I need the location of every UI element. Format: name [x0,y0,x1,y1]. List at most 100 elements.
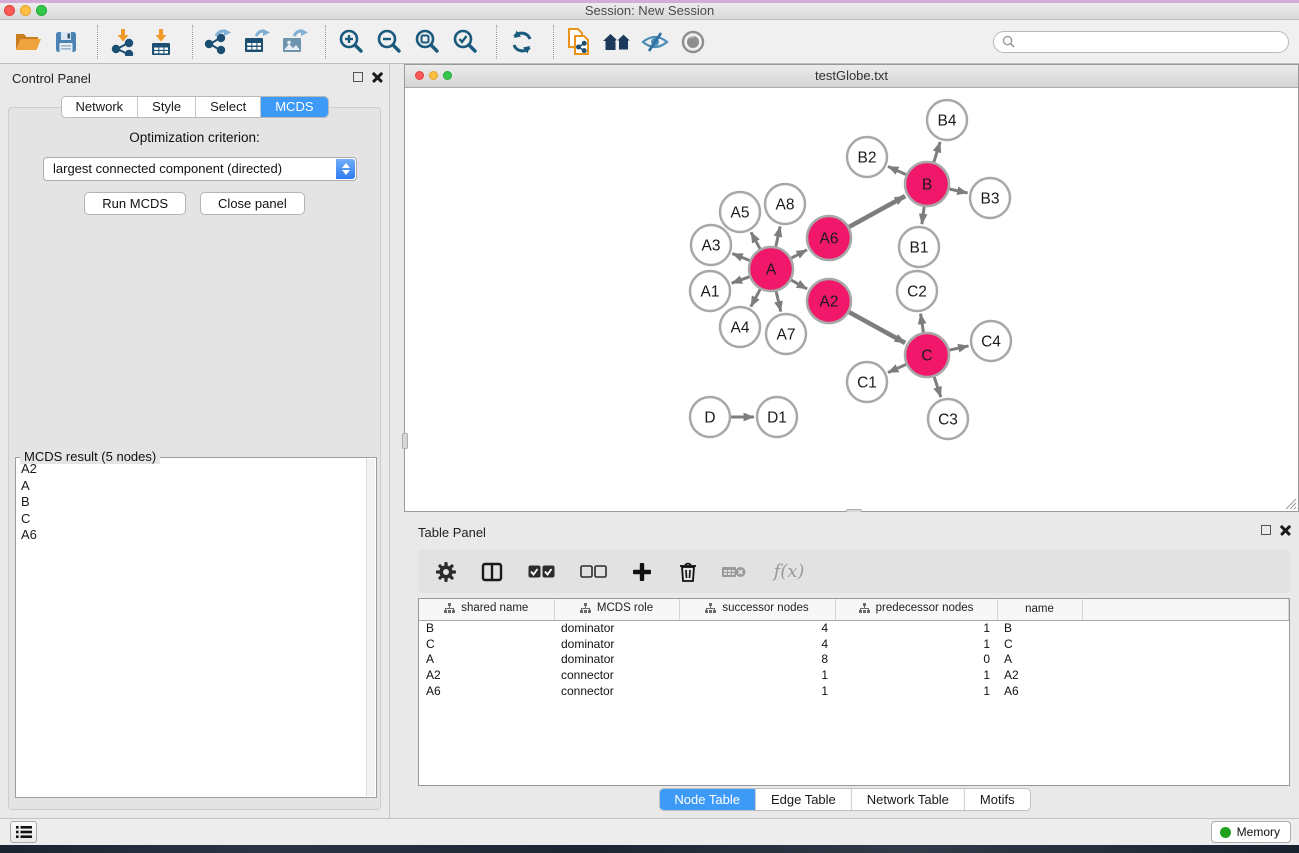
table-cell[interactable]: C [419,636,554,652]
close-window-button[interactable] [4,5,15,16]
delete-column-button[interactable] [676,560,700,584]
search-input[interactable] [1020,34,1280,50]
save-session-button[interactable] [50,26,82,58]
graph-node-D[interactable]: D [690,397,730,437]
float-table-panel-icon[interactable] [1261,525,1271,535]
result-item-a2[interactable]: A2 [17,461,364,478]
create-column-button[interactable] [630,560,654,584]
table-cell[interactable]: 8 [679,651,835,667]
memory-button[interactable]: Memory [1211,821,1291,843]
table-cell[interactable]: 1 [835,620,997,636]
graph-edge-B-B4[interactable] [934,142,940,162]
graph-node-C4[interactable]: C4 [971,321,1011,361]
zoom-in-button[interactable] [335,26,367,58]
show-graphics-button[interactable] [677,26,709,58]
graph-node-B[interactable]: B [905,162,949,206]
table-cell[interactable] [1082,620,1289,636]
network-graph[interactable]: B4B2BB3A8A5A6A3B1AA1C2A2A4A7C4CC1DD1C3 [405,88,1298,511]
graph-node-B4[interactable]: B4 [927,100,967,140]
graph-node-C2[interactable]: C2 [897,271,937,311]
task-history-button[interactable] [10,821,37,843]
table-cell[interactable]: B [419,620,554,636]
graph-node-B1[interactable]: B1 [899,227,939,267]
table-cell[interactable]: 1 [679,683,835,699]
column-header-shared-name[interactable]: shared name [419,599,554,620]
graph-node-C[interactable]: C [905,333,949,377]
graph-edge-A6-B[interactable] [849,196,905,227]
graph-edge-B-B1[interactable] [922,207,924,224]
column-header-predecessor-nodes[interactable]: predecessor nodes [835,599,997,620]
tab-network[interactable]: Network [61,97,138,117]
table-cell[interactable]: dominator [554,651,679,667]
table-row[interactable]: Adominator80A [419,651,1289,667]
mcds-result-list[interactable]: A2ABCA6 [17,461,364,796]
graph-node-A7[interactable]: A7 [766,314,806,354]
table-cell[interactable] [1082,636,1289,652]
close-panel-button[interactable]: Close panel [200,192,305,215]
result-scrollbar[interactable] [366,459,375,796]
graph-edge-B-B2[interactable] [888,166,906,174]
run-mcds-button[interactable]: Run MCDS [84,192,186,215]
table-cell[interactable]: A [997,651,1082,667]
graph-edge-C-C2[interactable] [921,314,924,333]
graph-node-A5[interactable]: A5 [720,192,760,232]
tab-edge-table[interactable]: Edge Table [756,789,852,810]
table-row[interactable]: Bdominator41B [419,620,1289,636]
network-window-titlebar[interactable]: testGlobe.txt [405,65,1298,88]
maximize-window-button[interactable] [36,5,47,16]
column-header-name[interactable]: name [997,599,1082,620]
import-network-button[interactable] [107,26,139,58]
table-cell[interactable]: 1 [835,683,997,699]
graph-node-A2[interactable]: A2 [807,279,851,323]
tab-select[interactable]: Select [196,97,261,117]
unselect-all-button[interactable] [578,560,608,584]
table-cell[interactable]: A [419,651,554,667]
graph-edge-A-A3[interactable] [732,254,749,261]
refresh-layout-button[interactable] [506,26,538,58]
optimization-criterion-select[interactable]: largest connected component (directed) [43,157,357,181]
graph-edge-A-A8[interactable] [776,226,780,246]
table-cell[interactable]: 1 [835,667,997,683]
export-table-button[interactable] [240,26,272,58]
tab-style[interactable]: Style [138,97,196,117]
table-row[interactable]: A6connector11A6 [419,683,1289,699]
table-cell[interactable] [1082,667,1289,683]
minimize-window-button[interactable] [20,5,31,16]
graph-node-C3[interactable]: C3 [928,399,968,439]
close-panel-icon[interactable] [372,71,383,82]
graph-edge-C-C4[interactable] [949,346,968,350]
graph-edge-C-C3[interactable] [934,377,941,397]
table-settings-button[interactable] [434,560,458,584]
result-item-a6[interactable]: A6 [17,527,364,544]
table-cell[interactable]: 4 [679,620,835,636]
zoom-fit-button[interactable] [411,26,443,58]
table-cell[interactable]: A2 [419,667,554,683]
table-cell[interactable]: 1 [835,636,997,652]
table-cell[interactable]: C [997,636,1082,652]
graph-edge-A2-C[interactable] [849,312,905,343]
graph-node-A[interactable]: A [749,247,793,291]
export-image-button[interactable] [278,26,310,58]
hide-graphics-button[interactable] [639,26,671,58]
zoom-selected-button[interactable] [449,26,481,58]
resize-grip-icon[interactable] [1283,496,1297,510]
close-network-button[interactable] [415,71,424,80]
clone-network-button[interactable] [563,26,595,58]
home-button[interactable] [601,26,633,58]
graph-edge-A-A5[interactable] [751,232,760,249]
table-cell[interactable]: A2 [997,667,1082,683]
column-header-successor-nodes[interactable]: successor nodes [679,599,835,620]
select-all-button[interactable] [526,560,556,584]
result-item-c[interactable]: C [17,511,364,528]
float-panel-icon[interactable] [353,72,363,82]
graph-edge-A-A1[interactable] [732,277,750,283]
minimize-network-button[interactable] [429,71,438,80]
result-item-b[interactable]: B [17,494,364,511]
table-cell[interactable]: B [997,620,1082,636]
zoom-out-button[interactable] [373,26,405,58]
import-table-button[interactable] [145,26,177,58]
graph-node-D1[interactable]: D1 [757,397,797,437]
graph-node-C1[interactable]: C1 [847,362,887,402]
graph-edge-A-A7[interactable] [776,291,781,311]
table-cell[interactable]: dominator [554,620,679,636]
